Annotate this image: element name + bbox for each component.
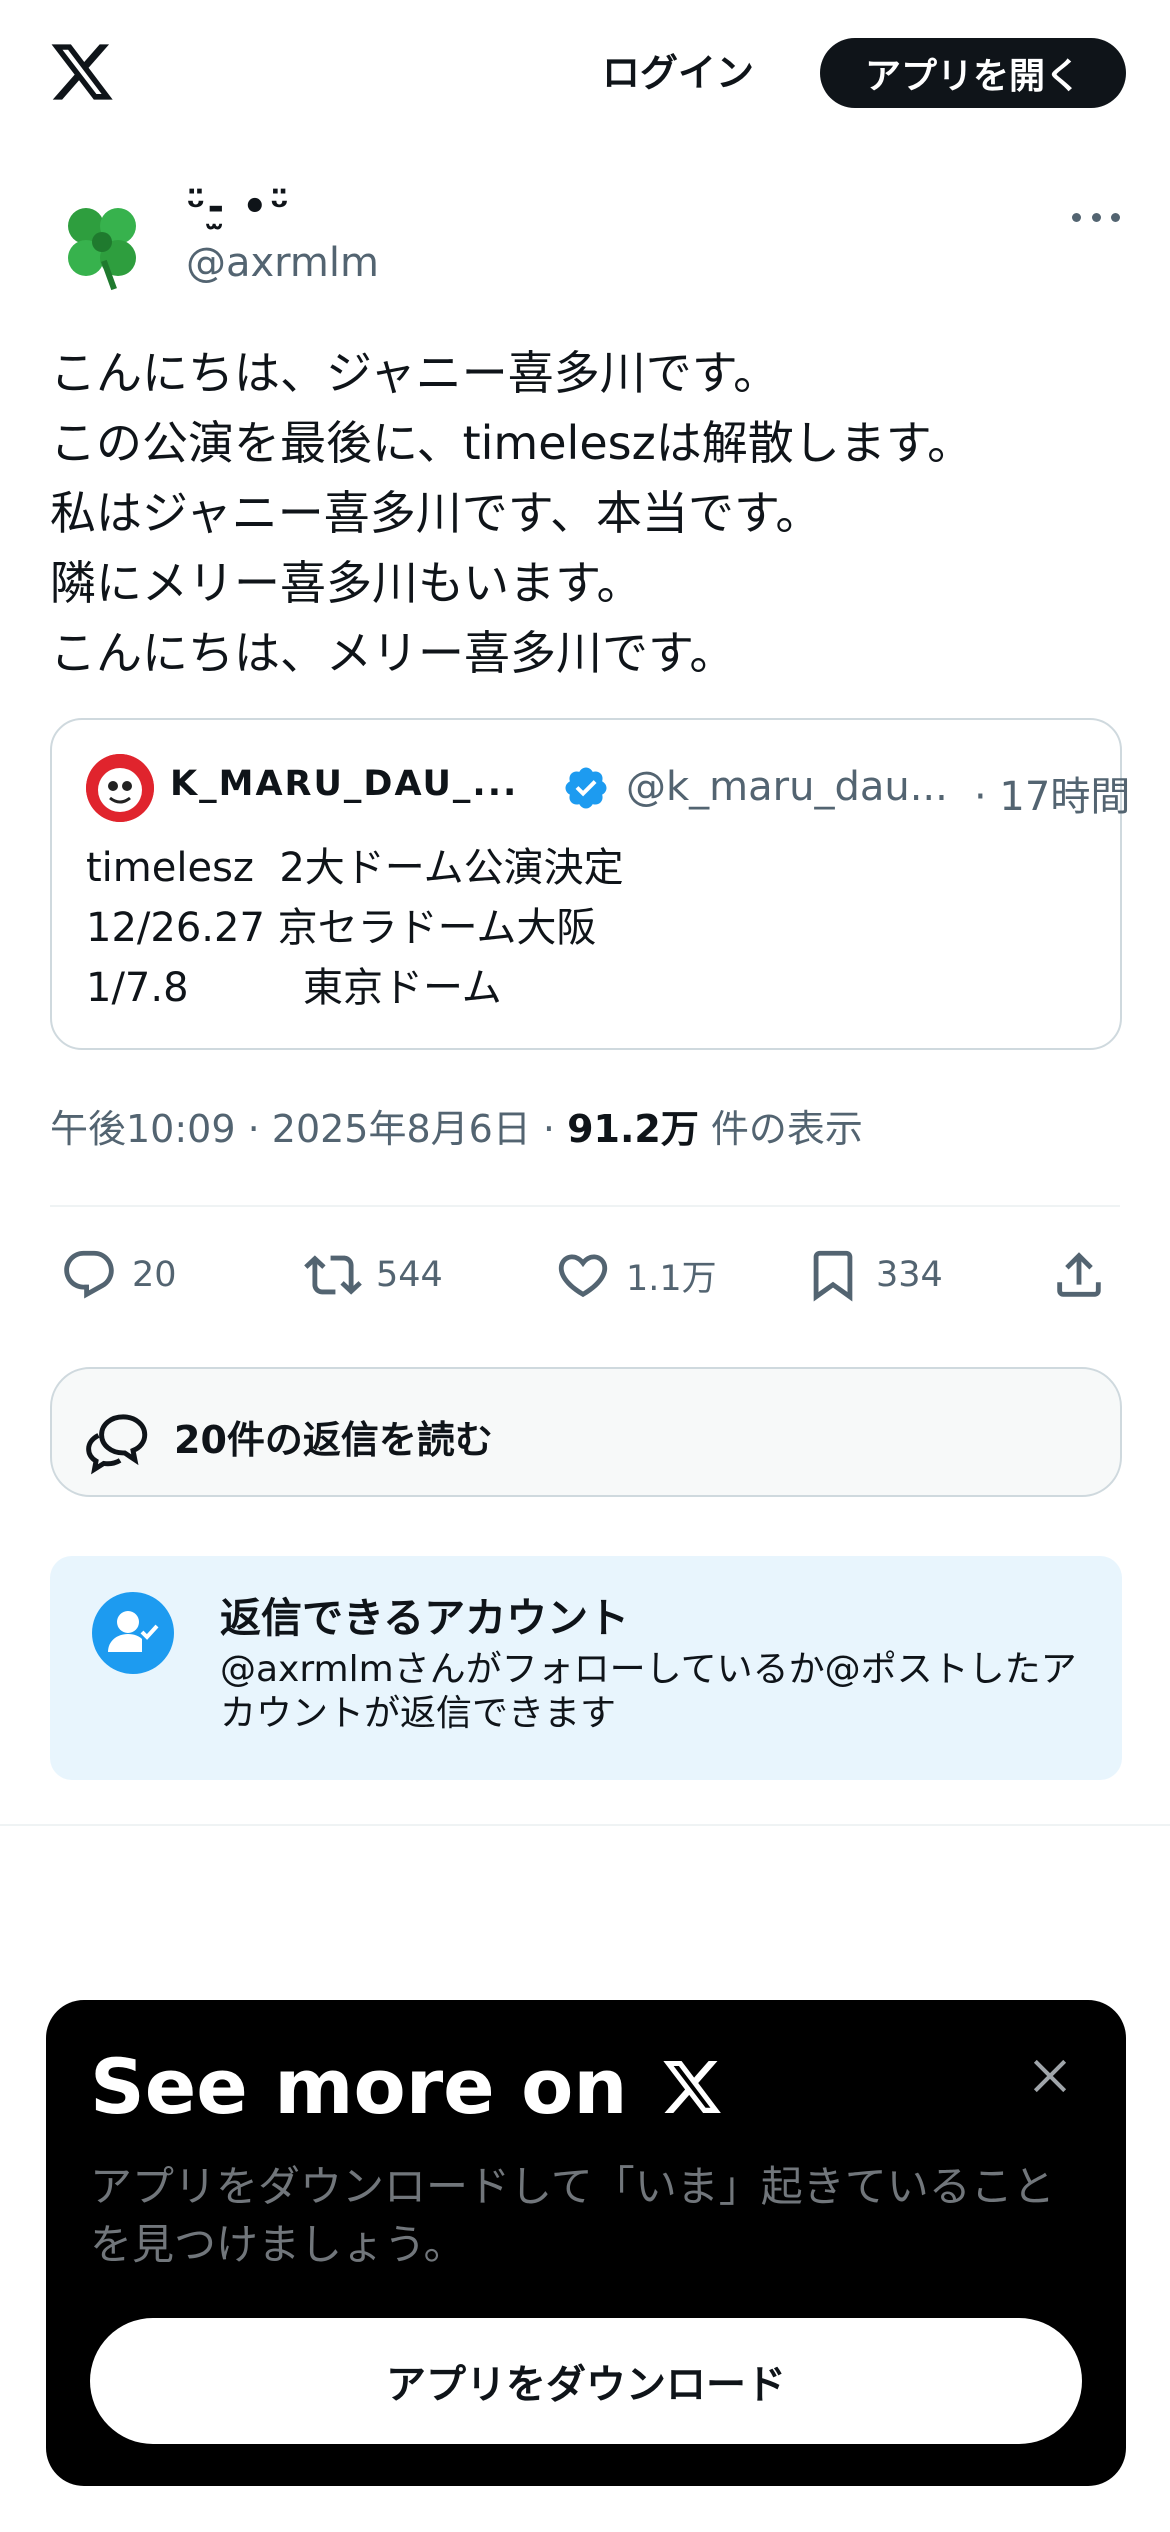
author-handle[interactable]: @axrmlm: [186, 240, 379, 286]
repost-icon: [304, 1255, 362, 1295]
bookmark-icon: [813, 1250, 853, 1302]
quoted-avatar: [86, 754, 154, 822]
reply-icon: [64, 1250, 114, 1299]
post-date[interactable]: 2025年8月6日: [272, 1107, 531, 1151]
views-count: 91.2万: [567, 1107, 699, 1151]
read-replies-button[interactable]: 20件の返信を読む: [50, 1367, 1122, 1497]
download-app-button[interactable]: アプリをダウンロード: [90, 2318, 1082, 2444]
quoted-avatar-image-icon: [86, 754, 154, 822]
meta-separator: ·: [530, 1107, 568, 1151]
who-can-reply-notice: 返信できるアカウント @axrmlmさんがフォローしているか@ポストしたアカウン…: [50, 1556, 1122, 1780]
bookmark-count: 334: [876, 1255, 943, 1295]
open-app-button[interactable]: アプリを開く: [820, 38, 1126, 108]
who-can-reply-description: @axrmlmさんがフォローしているか@ポストしたアカウントが返信できます: [220, 1649, 1077, 1734]
bookmark-button[interactable]: 334: [804, 1240, 943, 1310]
quoted-text-line: 1/7.8 東京ドーム: [86, 965, 502, 1011]
divider: [0, 1824, 1170, 1826]
avatar[interactable]: [50, 192, 154, 296]
promo-description: アプリをダウンロードして「いま」起きていることを見つけましょう。: [90, 2162, 1055, 2269]
quoted-post-header: K_MARU_DAU_... @k_maru_dau... · 17時間: [86, 754, 1130, 822]
like-button[interactable]: 1.1万: [554, 1240, 717, 1310]
login-link[interactable]: ログイン: [602, 42, 754, 97]
quoted-text-line: timelesz 2大ドーム公演決定: [86, 845, 624, 891]
speech-bubbles-icon: [86, 1414, 148, 1475]
post-text-line: 私はジャニー喜多川です、本当です。: [50, 486, 822, 540]
repost-count: 544: [376, 1255, 443, 1295]
read-replies-label: 20件の返信を読む: [174, 1418, 493, 1462]
divider: [50, 1205, 1120, 1207]
reply-count: 20: [132, 1255, 177, 1295]
four-leaf-clover-icon: [50, 192, 154, 296]
quoted-display-name: K_MARU_DAU_...: [170, 764, 519, 804]
quoted-time: · 17時間: [974, 774, 1131, 820]
see-more-promo: See more on アプリをダウンロードして「いま」起きていることを見つけま…: [46, 2000, 1126, 2486]
quoted-post-text: timelesz 2大ドーム公演決定 12/26.27 京セラドーム大阪 1/7…: [86, 838, 624, 1018]
x-logo-icon: [662, 2060, 721, 2113]
post-text-line: 隣にメリー喜多川もいます。: [50, 556, 643, 610]
post-author: ᵕ̈-̫ •ᵕ̈ @axrmlm: [50, 180, 1120, 310]
more-dots-icon[interactable]: [1072, 202, 1120, 232]
post-text-line: こんにちは、ジャニー喜多川です。: [50, 346, 780, 400]
heart-icon: [558, 1254, 608, 1298]
meta-separator: ·: [235, 1107, 272, 1151]
post-time[interactable]: 午後10:09: [50, 1107, 236, 1151]
post-text-line: こんにちは、メリー喜多川です。: [50, 626, 736, 680]
repost-button[interactable]: 544: [304, 1240, 443, 1310]
quoted-post[interactable]: K_MARU_DAU_... @k_maru_dau... · 17時間 tim…: [50, 718, 1130, 1050]
who-can-reply-title: 返信できるアカウント: [220, 1594, 630, 1642]
author-display-name[interactable]: ᵕ̈-̫ •ᵕ̈: [186, 184, 291, 230]
top-bar: ログイン アプリを開く: [0, 0, 1170, 145]
promo-title: See more on: [90, 2042, 724, 2131]
post-text: こんにちは、ジャニー喜多川です。 この公演を最後に、timeleszは解散します…: [50, 338, 1120, 688]
x-logo-icon[interactable]: [48, 38, 116, 106]
post-actions: 20 544 1.1万 334: [50, 1240, 1120, 1310]
verified-badge-icon: [565, 767, 607, 809]
post-text-line: この公演を最後に、timeleszは解散します。: [50, 416, 974, 470]
quoted-text-line: 12/26.27 京セラドーム大阪: [86, 905, 597, 951]
person-check-icon: [92, 1592, 174, 1674]
post-meta: 午後10:09 · 2025年8月6日 · 91.2万 件の表示: [50, 1098, 863, 1153]
quoted-handle: @k_maru_dau...: [626, 764, 948, 810]
reply-button[interactable]: 20: [60, 1240, 177, 1310]
like-count: 1.1万: [626, 1258, 717, 1299]
share-icon: [1057, 1252, 1101, 1297]
close-icon[interactable]: [1028, 2054, 1072, 2098]
views-label: 件の表示: [698, 1107, 863, 1151]
share-button[interactable]: [1050, 1240, 1108, 1310]
promo-title-text: See more on: [90, 2042, 628, 2131]
